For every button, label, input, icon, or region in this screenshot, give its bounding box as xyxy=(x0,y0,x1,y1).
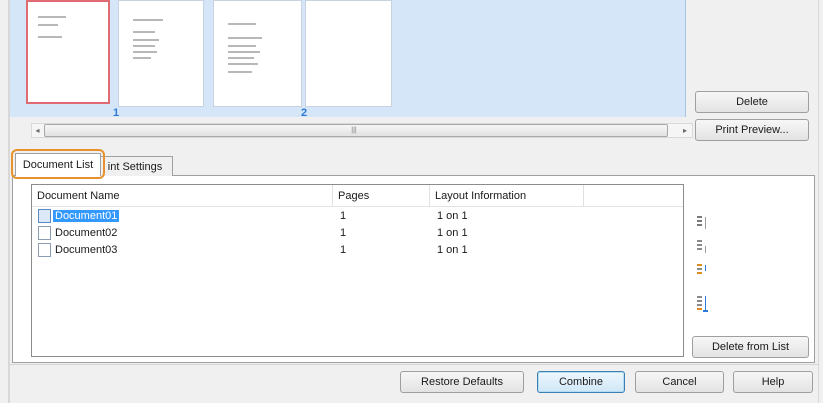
list-item-pages: 1 xyxy=(340,244,347,256)
page-thumbnail-1[interactable] xyxy=(26,0,110,104)
move-to-bottom-icon[interactable] xyxy=(697,295,709,313)
document-icon xyxy=(38,243,51,257)
page-thumbnail-3[interactable] xyxy=(213,0,302,107)
combine-button[interactable]: Combine xyxy=(537,371,625,393)
delete-from-list-button[interactable]: Delete from List xyxy=(692,336,809,358)
list-item-name[interactable]: Document01 xyxy=(53,209,120,223)
column-header-document-name[interactable]: Document Name xyxy=(32,185,333,207)
document-icon xyxy=(38,209,51,223)
list-item-layout: 1 on 1 xyxy=(437,227,468,239)
column-header-pages[interactable]: Pages xyxy=(333,185,430,207)
move-up-icon[interactable] xyxy=(697,239,709,255)
tab-print-settings[interactable]: int Settings xyxy=(97,156,173,176)
page-thumbnail-2[interactable] xyxy=(118,0,204,107)
column-header-layout-information[interactable]: Layout Information xyxy=(430,185,584,207)
move-down-icon[interactable] xyxy=(697,263,709,279)
delete-button[interactable]: Delete xyxy=(695,91,809,113)
window-border-right xyxy=(818,0,819,403)
scrollbar-grip-icon: ||| xyxy=(351,127,357,134)
selected-document-name[interactable]: Document01 xyxy=(53,210,120,222)
page-group-number-2: 2 xyxy=(301,107,308,119)
print-preview-button[interactable]: Print Preview... xyxy=(695,119,809,141)
document-list-view[interactable] xyxy=(31,184,684,357)
help-button[interactable]: Help xyxy=(733,371,813,393)
list-item-pages: 1 xyxy=(340,210,347,222)
list-item-name[interactable]: Document02 xyxy=(55,226,117,240)
list-item-pages: 1 xyxy=(340,227,347,239)
tab-highlight-callout xyxy=(11,149,105,179)
restore-defaults-button[interactable]: Restore Defaults xyxy=(400,371,524,393)
footer-divider xyxy=(10,364,818,365)
cancel-button[interactable]: Cancel xyxy=(635,371,724,393)
list-item-layout: 1 on 1 xyxy=(437,244,468,256)
column-header-spacer xyxy=(584,185,683,207)
document-icon xyxy=(38,226,51,240)
list-item-name[interactable]: Document03 xyxy=(55,243,117,257)
scroll-left-arrow-icon[interactable]: ◂ xyxy=(32,123,43,138)
scroll-right-arrow-icon[interactable]: ▸ xyxy=(678,123,692,138)
move-to-top-icon[interactable] xyxy=(697,215,709,231)
page-thumbnail-4[interactable] xyxy=(305,0,392,107)
page-group-number-1: 1 xyxy=(113,107,120,119)
list-item-layout: 1 on 1 xyxy=(437,210,468,222)
